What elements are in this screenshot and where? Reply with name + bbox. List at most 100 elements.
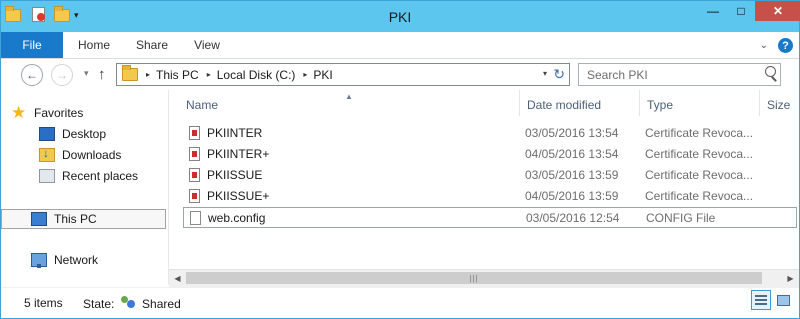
maximize-button[interactable]: □ [727, 1, 755, 21]
explorer-window: ▾ PKI — □ ✕ File Home Share View ⌄ ? ← →… [0, 0, 800, 319]
file-row[interactable]: web.config 03/05/2016 12:54 CONFIG File [183, 207, 797, 228]
breadcrumb-this-pc[interactable]: This PC [156, 68, 199, 82]
certificate-revocation-list-icon [189, 126, 200, 140]
nav-desktop-label: Desktop [62, 127, 107, 141]
config-file-icon [190, 211, 201, 225]
desktop-icon [39, 127, 55, 141]
scrollbar-thumb[interactable]: ||| [186, 272, 762, 284]
breadcrumb: ▸ This PC ▸ Local Disk (C:) ▸ PKI [144, 68, 333, 82]
nav-downloads-label: Downloads [62, 148, 122, 162]
column-header-type[interactable]: Type [639, 90, 759, 116]
file-type: Certificate Revoca... [645, 126, 754, 140]
up-button[interactable]: ↑ [98, 66, 106, 83]
search-icon[interactable] [765, 66, 776, 77]
tab-view[interactable]: View [186, 32, 228, 58]
large-icons-view-icon [776, 294, 790, 306]
forward-button[interactable]: → [51, 64, 73, 86]
nav-network[interactable]: Network [31, 250, 98, 270]
computer-icon [31, 212, 47, 226]
certificate-revocation-list-icon [189, 168, 200, 182]
nav-this-pc-label: This PC [54, 212, 97, 226]
minimize-button[interactable]: — [699, 1, 727, 21]
breadcrumb-local-disk[interactable]: Local Disk (C:) [217, 68, 296, 82]
window-title: PKI [388, 9, 412, 25]
breadcrumb-separator-icon[interactable]: ▸ [146, 70, 150, 79]
file-date-modified: 03/05/2016 13:54 [525, 126, 619, 140]
file-type: Certificate Revoca... [645, 168, 754, 182]
refresh-icon[interactable]: ↻ [553, 66, 565, 83]
back-button[interactable]: ← [21, 64, 43, 86]
navigation-bar: ← → ▾ ↑ ▸ This PC ▸ Local Disk (C:) ▸ PK… [1, 59, 799, 89]
downloads-icon [39, 146, 55, 162]
nav-recent-places-label: Recent places [62, 169, 139, 183]
navigation-pane: ★ Favorites Desktop Downloads Recent pla… [1, 90, 168, 285]
file-type: Certificate Revoca... [645, 147, 754, 161]
scrollbar-grip-icon: ||| [469, 273, 479, 283]
address-bar[interactable]: ▸ This PC ▸ Local Disk (C:) ▸ PKI ▾ ↻ [116, 63, 570, 86]
tab-home[interactable]: Home [71, 32, 117, 58]
nav-network-label: Network [54, 253, 99, 267]
tab-share[interactable]: Share [128, 32, 176, 58]
column-header-date-modified[interactable]: Date modified [519, 90, 639, 116]
file-date-modified: 04/05/2016 13:59 [525, 189, 619, 203]
folder-icon [122, 65, 138, 81]
nav-recent-places[interactable]: Recent places [39, 166, 138, 186]
file-name: PKIISSUE+ [207, 189, 270, 203]
window-controls: — □ ✕ [699, 1, 800, 21]
file-name: web.config [208, 211, 266, 225]
details-view-icon [755, 295, 767, 305]
details-view-button[interactable] [751, 290, 771, 310]
breadcrumb-pki[interactable]: PKI [313, 68, 332, 82]
status-bar: 5 items State: Shared [1, 287, 799, 319]
file-type: CONFIG File [646, 211, 716, 225]
address-dropdown-icon[interactable]: ▾ [543, 69, 547, 78]
item-count: 5 items [24, 296, 63, 310]
file-date-modified: 04/05/2016 13:54 [525, 147, 619, 161]
file-date-modified: 03/05/2016 12:54 [526, 211, 620, 225]
certificate-revocation-list-icon [189, 147, 200, 161]
nav-favorites[interactable]: ★ Favorites [11, 103, 83, 123]
file-list: ▲ Name Date modified Type Size PKIINTER … [169, 90, 799, 285]
file-type: Certificate Revoca... [645, 189, 754, 203]
nav-downloads[interactable]: Downloads [39, 145, 121, 165]
large-icons-view-button[interactable] [773, 290, 793, 310]
title-bar[interactable]: ▾ PKI — □ ✕ [1, 1, 800, 32]
recent-locations-icon[interactable]: ▾ [84, 68, 89, 79]
share-state-value: Shared [142, 297, 181, 311]
file-name: PKIISSUE [207, 168, 263, 182]
share-state: State: Shared [83, 296, 181, 311]
scroll-left-button[interactable]: ◀ [169, 270, 186, 287]
shared-users-icon [120, 296, 136, 310]
file-row[interactable]: PKIINTER 03/05/2016 13:54 Certificate Re… [183, 123, 797, 144]
column-header-name[interactable]: Name [179, 90, 519, 116]
expand-ribbon-icon[interactable]: ⌄ [760, 40, 768, 51]
nav-desktop[interactable]: Desktop [39, 124, 106, 144]
file-name: PKIINTER [207, 126, 263, 140]
file-row[interactable]: PKIISSUE+ 04/05/2016 13:59 Certificate R… [183, 186, 797, 207]
file-row[interactable]: PKIISSUE 03/05/2016 13:59 Certificate Re… [183, 165, 797, 186]
horizontal-scrollbar[interactable]: ◀ ||| ▶ [169, 269, 799, 287]
scroll-right-button[interactable]: ▶ [782, 270, 799, 287]
column-header-size[interactable]: Size [759, 90, 799, 116]
column-header-row: ▲ Name Date modified Type Size [169, 90, 799, 116]
close-button[interactable]: ✕ [755, 1, 800, 21]
ribbon-tabs: File Home Share View ⌄ ? [1, 32, 799, 59]
file-name: PKIINTER+ [207, 147, 270, 161]
file-date-modified: 03/05/2016 13:59 [525, 168, 619, 182]
search-box[interactable] [578, 63, 781, 86]
certificate-revocation-list-icon [189, 189, 200, 203]
nav-this-pc[interactable]: This PC [31, 209, 97, 229]
ribbon-right-controls: ⌄ ? [760, 38, 793, 53]
nav-favorites-label: Favorites [34, 106, 84, 120]
search-input[interactable] [580, 65, 757, 84]
breadcrumb-separator-icon[interactable]: ▸ [207, 70, 211, 79]
view-switcher [749, 290, 793, 310]
star-icon: ★ [11, 103, 27, 122]
recent-places-icon [39, 169, 55, 183]
tab-file[interactable]: File [1, 32, 63, 58]
help-icon[interactable]: ? [778, 38, 793, 53]
share-state-label: State: [83, 297, 115, 311]
network-icon [31, 253, 47, 268]
file-row[interactable]: PKIINTER+ 04/05/2016 13:54 Certificate R… [183, 144, 797, 165]
breadcrumb-separator-icon[interactable]: ▸ [303, 70, 307, 79]
